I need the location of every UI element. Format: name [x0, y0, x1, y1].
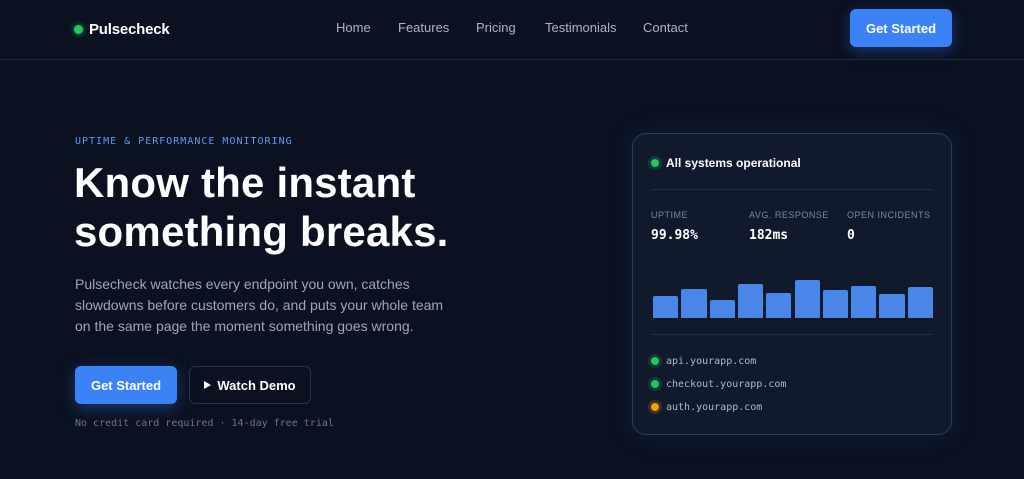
status-up-icon [651, 380, 659, 388]
nav-link-features[interactable]: Features [398, 20, 449, 35]
response-bar [879, 293, 905, 318]
endpoint-host: api.yourapp.com [666, 355, 757, 367]
nav-link-contact[interactable]: Contact [643, 20, 688, 35]
response-bar [794, 280, 820, 318]
overall-status: All systems operational [651, 156, 801, 170]
endpoint-row[interactable]: api.yourapp.com [651, 354, 756, 368]
hero-eyebrow: UPTIME & PERFORMANCE MONITORING [75, 136, 293, 147]
stat-open-incidents: OPEN INCIDENTS 0 [847, 210, 931, 243]
stat-label: UPTIME [651, 210, 689, 220]
endpoint-host: checkout.yourapp.com [666, 378, 787, 390]
response-bar [737, 284, 764, 318]
play-icon [204, 381, 212, 389]
hero-headline-line-2: something breaks. [74, 208, 449, 255]
response-bar [822, 289, 849, 318]
hero-subtext: Pulsecheck watches every endpoint you ow… [75, 276, 444, 334]
status-up-icon [651, 159, 659, 167]
nav-link-pricing[interactable]: Pricing [476, 20, 516, 35]
endpoint-host: auth.yourapp.com [666, 401, 763, 413]
nav-get-started-button[interactable]: Get Started [850, 9, 952, 47]
stat-uptime: UPTIME 99.98% [651, 210, 698, 243]
response-time-bar-chart [653, 274, 933, 318]
hero-get-started-button[interactable]: Get Started [75, 366, 177, 404]
response-bar [907, 287, 933, 318]
watch-demo-button[interactable]: Watch Demo [189, 366, 311, 404]
stat-value: 0 [847, 228, 855, 243]
card-divider [651, 189, 933, 190]
hero-headline-line-1: Know the instant [74, 159, 416, 206]
hero-fine-print: No credit card required · 14-day free tr… [75, 418, 334, 429]
response-bar [766, 292, 792, 318]
overall-status-text: All systems operational [666, 156, 801, 170]
stat-label: OPEN INCIDENTS [847, 210, 931, 220]
response-bar [709, 299, 735, 318]
stat-avg-response: AVG. RESPONSE 182ms [749, 210, 829, 243]
top-nav: Pulsecheck Home Features Pricing Testimo… [0, 0, 1024, 60]
hero-headline: Know the instant something breaks. [74, 158, 534, 256]
endpoint-row[interactable]: checkout.yourapp.com [651, 377, 786, 391]
stat-label: AVG. RESPONSE [749, 210, 829, 220]
response-bar [851, 285, 877, 318]
card-divider [651, 334, 933, 335]
status-card: All systems operational UPTIME 99.98% AV… [632, 133, 952, 435]
status-up-icon [651, 357, 659, 365]
nav-link-home[interactable]: Home [336, 20, 371, 35]
status-degraded-icon [651, 403, 659, 411]
stat-value: 99.98% [651, 228, 698, 243]
response-bar [653, 296, 679, 318]
stat-value: 182ms [749, 228, 789, 243]
nav-link-testimonials[interactable]: Testimonials [545, 20, 617, 35]
endpoint-row[interactable]: auth.yourapp.com [651, 400, 762, 414]
response-bar [681, 288, 707, 318]
watch-demo-label: Watch Demo [217, 377, 296, 393]
